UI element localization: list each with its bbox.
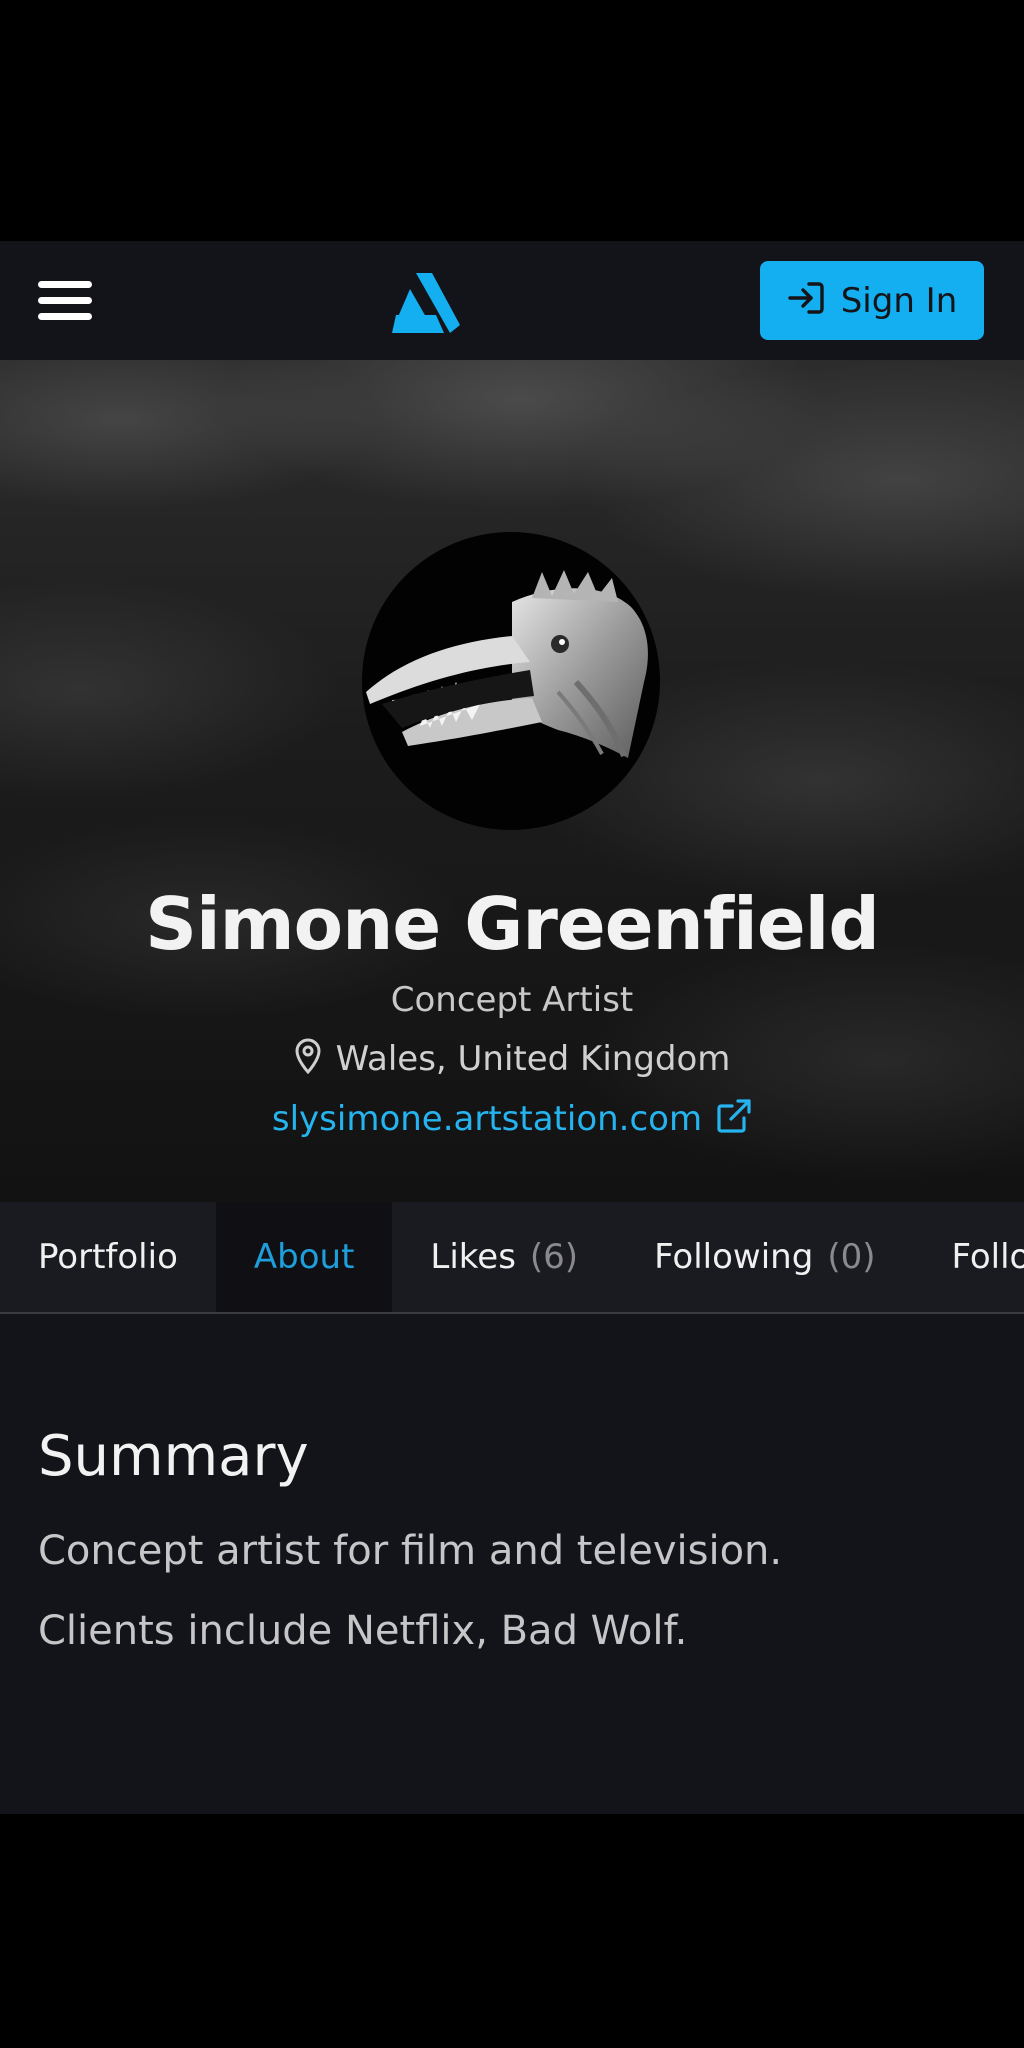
external-link-icon bbox=[716, 1098, 752, 1139]
profile-hero: Simone Greenfield Concept Artist Wales, … bbox=[0, 360, 1024, 1202]
tab-count: (6) bbox=[529, 1237, 579, 1277]
sign-in-arrow-icon bbox=[787, 281, 825, 320]
tab-following[interactable]: Following (0) bbox=[616, 1202, 913, 1312]
page: Sign In Simone Greenfield Concept Artist… bbox=[0, 0, 1024, 2048]
tab-label: Likes bbox=[430, 1237, 516, 1277]
website-text[interactable]: slysimone.artstation.com bbox=[272, 1099, 702, 1139]
map-pin-icon bbox=[294, 1038, 322, 1079]
tab-label: Followers bbox=[951, 1237, 1024, 1277]
summary-line: Concept artist for film and television. bbox=[38, 1528, 783, 1574]
tab-followers[interactable]: Followers bbox=[913, 1202, 1024, 1312]
sign-in-label: Sign In bbox=[840, 280, 958, 321]
tab-likes[interactable]: Likes (6) bbox=[392, 1202, 616, 1312]
tab-label: Following bbox=[654, 1237, 814, 1277]
about-section: Summary Concept artist for film and tele… bbox=[0, 1314, 1024, 1814]
hamburger-menu-icon[interactable] bbox=[38, 277, 94, 325]
artstation-logo-icon[interactable] bbox=[388, 271, 462, 335]
summary-line: Clients include Netflix, Bad Wolf. bbox=[38, 1608, 688, 1654]
tab-count: (0) bbox=[827, 1237, 876, 1277]
profile-avatar[interactable] bbox=[362, 532, 660, 830]
tab-about[interactable]: About bbox=[215, 1202, 393, 1312]
profile-headline: Concept Artist bbox=[390, 980, 634, 1020]
location-text: Wales, United Kingdom bbox=[335, 1038, 731, 1079]
profile-tabs: Portfolio About Likes (6) Following (0) … bbox=[0, 1202, 1024, 1314]
tab-label: About bbox=[253, 1237, 355, 1277]
profile-website-link[interactable]: slysimone.artstation.com bbox=[0, 1098, 1024, 1139]
tab-label: Portfolio bbox=[38, 1237, 178, 1277]
summary-heading: Summary bbox=[38, 1424, 309, 1489]
profile-location: Wales, United Kingdom bbox=[0, 1038, 1024, 1079]
tab-portfolio[interactable]: Portfolio bbox=[0, 1202, 216, 1312]
profile-name: Simone Greenfield bbox=[145, 882, 880, 966]
top-navbar: Sign In bbox=[0, 241, 1024, 360]
sign-in-button[interactable]: Sign In bbox=[760, 261, 984, 340]
